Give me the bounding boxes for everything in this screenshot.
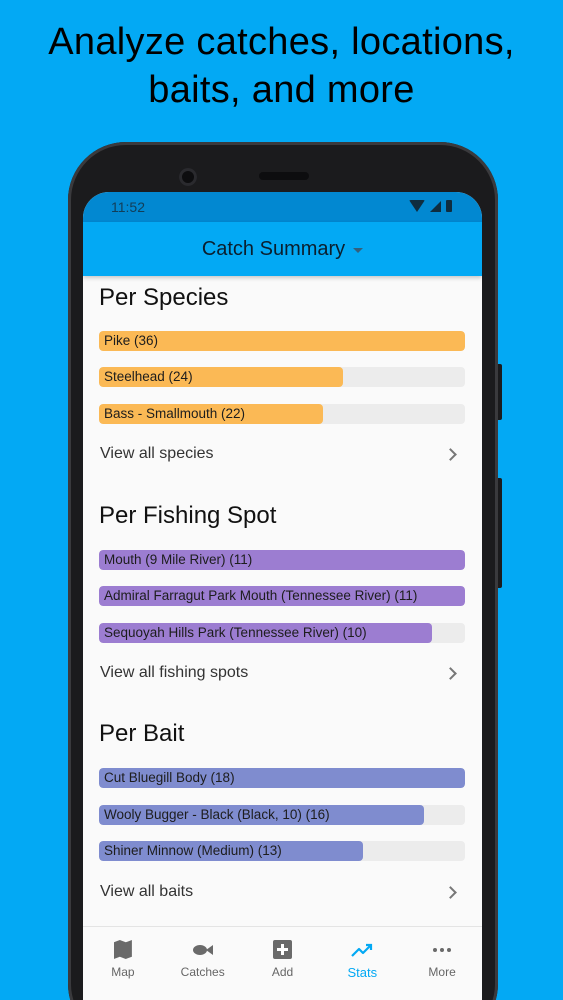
- view-all-fishing-spots-row[interactable]: View all fishing spots: [83, 653, 482, 693]
- nav-map-label: Map: [111, 965, 135, 979]
- bait-bar-label: Cut Bluegill Body (18): [104, 770, 235, 785]
- earpiece-speaker: [259, 172, 309, 180]
- bait-bar-row[interactable]: Shiner Minnow (Medium) (13): [99, 841, 465, 861]
- nav-stats[interactable]: Stats: [322, 927, 402, 1000]
- bait-bar-label: Wooly Bugger - Black (Black, 10) (16): [104, 807, 330, 822]
- bottom-navigation: Map Catches Add Stats More: [83, 926, 482, 1000]
- species-bar-label: Pike (36): [104, 333, 159, 348]
- view-all-baits-label: View all baits: [100, 883, 194, 900]
- bait-bar-row[interactable]: Cut Bluegill Body (18): [99, 768, 465, 788]
- species-bar-label: Bass - Smallmouth (22): [104, 406, 246, 421]
- nav-add[interactable]: Add: [243, 927, 323, 1000]
- status-bar: 11:52: [83, 192, 482, 222]
- status-icons: [409, 200, 452, 212]
- fishing-spot-bar-row[interactable]: Admiral Farragut Park Mouth (Tennessee R…: [99, 586, 465, 606]
- app-bar-title-dropdown[interactable]: Catch Summary: [83, 222, 482, 276]
- add-box-icon: [271, 940, 293, 960]
- species-bar-row[interactable]: Pike (36): [99, 331, 465, 351]
- map-icon: [112, 940, 134, 960]
- more-horiz-icon: [431, 940, 453, 960]
- section-title-bait: Per Bait: [99, 720, 185, 747]
- signal-icon: [430, 200, 441, 212]
- bait-bar-label: Shiner Minnow (Medium) (13): [104, 843, 282, 858]
- chevron-right-icon: [444, 886, 457, 899]
- fishing-spot-bar-label: Mouth (9 Mile River) (11): [104, 552, 253, 567]
- fishing-spot-bar-row[interactable]: Mouth (9 Mile River) (11): [99, 550, 465, 570]
- phone-screen: 11:52 Catch Summary Per Species Pike (36…: [83, 192, 482, 1000]
- nav-more-label: More: [428, 965, 456, 979]
- view-all-baits-row[interactable]: View all baits: [83, 872, 482, 912]
- nav-more[interactable]: More: [402, 927, 482, 1000]
- headline: Analyze catches, locations, baits, and m…: [48, 21, 515, 111]
- chevron-right-icon: [444, 448, 457, 461]
- nav-map[interactable]: Map: [83, 927, 163, 1000]
- trending-up-icon: [351, 940, 373, 960]
- dropdown-arrow-icon: [353, 247, 364, 253]
- chevron-right-icon: [444, 667, 457, 680]
- species-bar-label: Steelhead (24): [104, 369, 193, 384]
- fish-icon: [192, 940, 214, 960]
- phone-frame: 11:52 Catch Summary Per Species Pike (36…: [68, 142, 498, 1000]
- view-all-species-label: View all species: [100, 445, 214, 462]
- nav-catches-label: Catches: [180, 965, 225, 979]
- nav-catches[interactable]: Catches: [163, 927, 243, 1000]
- status-time: 11:52: [111, 199, 145, 215]
- battery-icon: [446, 200, 452, 212]
- view-all-species-row[interactable]: View all species: [83, 434, 482, 474]
- fishing-spot-bar-label: Admiral Farragut Park Mouth (Tennessee R…: [104, 588, 418, 603]
- nav-stats-label: Stats: [347, 965, 378, 980]
- fishing-spot-bar-label: Sequoyah Hills Park (Tennessee River) (1…: [104, 625, 367, 640]
- view-all-fishing-spots-label: View all fishing spots: [100, 664, 249, 681]
- species-bar-row[interactable]: Steelhead (24): [99, 367, 465, 387]
- species-bar-row[interactable]: Bass - Smallmouth (22): [99, 404, 465, 424]
- section-title-species: Per Species: [99, 284, 229, 311]
- bait-bar-row[interactable]: Wooly Bugger - Black (Black, 10) (16): [99, 805, 465, 825]
- wifi-icon: [409, 200, 425, 212]
- page-title: Catch Summary: [201, 237, 346, 260]
- nav-add-label: Add: [271, 965, 294, 979]
- section-title-fishing-spot: Per Fishing Spot: [99, 502, 277, 529]
- fishing-spot-bar-row[interactable]: Sequoyah Hills Park (Tennessee River) (1…: [99, 623, 465, 643]
- front-camera: [179, 168, 197, 186]
